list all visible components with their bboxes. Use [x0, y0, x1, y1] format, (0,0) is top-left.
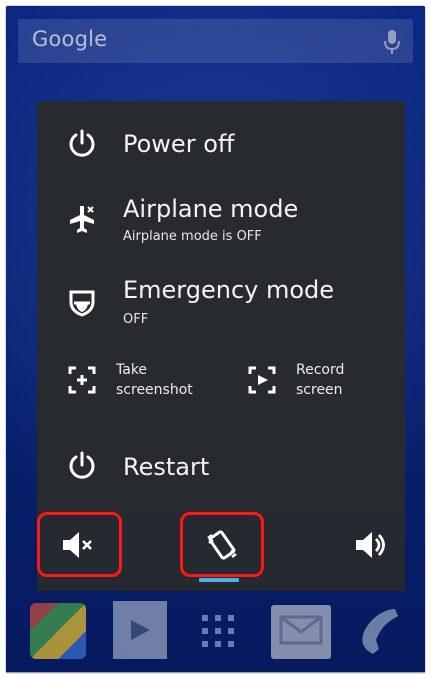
take-screenshot-item[interactable]: Take screenshot	[66, 355, 226, 415]
screenshot-icon	[68, 366, 96, 394]
restart-label: Restart	[123, 453, 210, 481]
search-bar-label: Google	[32, 27, 108, 51]
power-off-item[interactable]: Power off	[37, 119, 405, 173]
vibrate-button[interactable]	[180, 512, 264, 591]
app-folder-icon[interactable]	[30, 603, 86, 659]
take-screenshot-label: Take screenshot	[116, 362, 193, 398]
phone-icon[interactable]	[352, 603, 408, 659]
airplane-mode-status: Airplane mode is OFF	[123, 229, 262, 244]
sound-mode-bar	[37, 512, 405, 591]
envelope-icon	[279, 615, 323, 645]
grid-icon	[202, 615, 234, 647]
google-search-bar[interactable]: Google	[18, 19, 413, 63]
app-drawer-icon[interactable]	[198, 611, 238, 651]
vibrate-icon	[207, 530, 237, 560]
mute-icon	[63, 532, 92, 558]
restart-power-icon	[69, 451, 95, 479]
airplane-icon	[70, 206, 94, 233]
email-icon[interactable]	[271, 605, 331, 659]
power-icon	[69, 129, 95, 157]
vibrate-selected-indicator	[199, 578, 239, 582]
power-off-label: Power off	[123, 130, 235, 158]
record-screen-icon	[248, 366, 276, 394]
airplane-mode-item[interactable]: Airplane mode Airplane mode is OFF	[37, 185, 405, 247]
sound-on-icon	[356, 532, 385, 558]
sound-on-button[interactable]	[339, 513, 405, 591]
microphone-icon[interactable]	[383, 28, 401, 56]
emergency-mode-item[interactable]: Emergency mode OFF	[37, 266, 405, 330]
record-screen-item[interactable]: Record screen	[246, 355, 406, 415]
airplane-mode-label: Airplane mode	[123, 195, 299, 223]
emergency-shield-icon	[69, 290, 95, 317]
handset-icon	[362, 609, 398, 654]
mute-button[interactable]	[37, 512, 122, 591]
record-screen-label: Record screen	[296, 362, 345, 398]
home-dock	[6, 591, 425, 673]
emergency-mode-label: Emergency mode	[123, 276, 335, 304]
restart-item[interactable]: Restart	[37, 439, 405, 495]
bottom-divider	[6, 672, 425, 673]
emergency-mode-status: OFF	[123, 312, 149, 327]
play-triangle-icon	[131, 620, 150, 640]
play-store-icon[interactable]	[113, 601, 167, 659]
power-menu: Power off Airplane mode Airplane mode is…	[37, 101, 405, 513]
